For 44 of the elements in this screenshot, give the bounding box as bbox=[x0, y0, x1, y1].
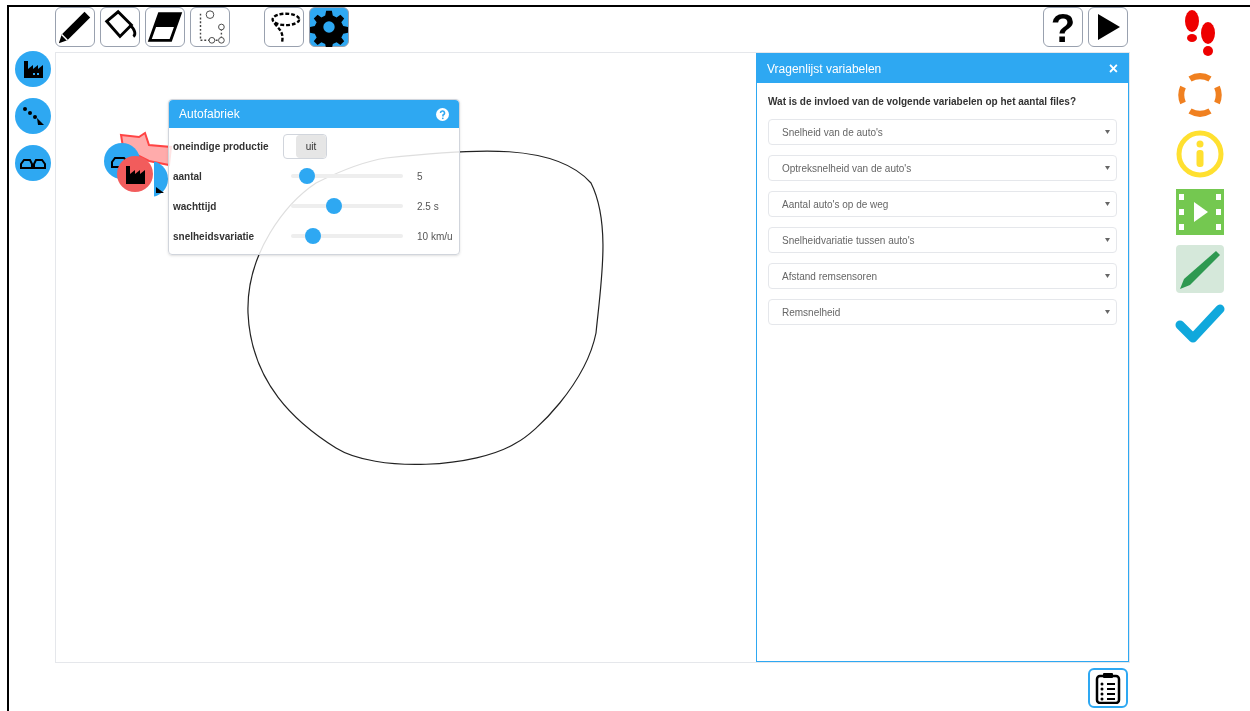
slider-value: 5 bbox=[417, 169, 423, 184]
dropdown[interactable]: Aantal auto's op de weg bbox=[768, 191, 1117, 217]
caret-icon bbox=[1105, 310, 1110, 314]
question-text: Wat is de invloed van de volgende variabelen op het aantal files? bbox=[768, 95, 1078, 109]
slider-value: 10 km/u bbox=[417, 229, 453, 244]
dropdown[interactable]: Snelheidvariatie tussen auto's bbox=[768, 227, 1117, 253]
caret-icon bbox=[1105, 238, 1110, 242]
pencil-icon[interactable] bbox=[1176, 245, 1224, 293]
pencil-tool[interactable] bbox=[55, 7, 95, 47]
paint-bucket-tool[interactable] bbox=[100, 7, 140, 47]
slider[interactable] bbox=[291, 168, 403, 184]
property-label: snelheidsvariatie bbox=[173, 229, 256, 244]
property-label: oneindige productie bbox=[173, 139, 270, 154]
caret-icon bbox=[1105, 202, 1110, 206]
slider-thumb[interactable] bbox=[305, 228, 322, 244]
lasso-tool[interactable] bbox=[264, 7, 304, 47]
caret-icon bbox=[1105, 274, 1110, 278]
panel-title: Autofabriek bbox=[179, 106, 240, 123]
toggle-switch[interactable]: uit bbox=[283, 133, 327, 159]
slider[interactable] bbox=[291, 228, 403, 244]
node-select-tool[interactable] bbox=[190, 7, 230, 47]
slider-value: 2.5 s bbox=[417, 199, 439, 214]
dropdown[interactable]: Optreksnelheid van de auto's bbox=[768, 155, 1117, 181]
play-button[interactable] bbox=[1088, 7, 1128, 47]
property-label: aantal bbox=[173, 169, 203, 184]
panel-title: Vragenlijst variabelen bbox=[767, 60, 882, 78]
checkmark-icon[interactable] bbox=[1175, 303, 1225, 345]
cars-icon[interactable] bbox=[15, 145, 51, 181]
caret-icon bbox=[1105, 166, 1110, 170]
clipboard-button[interactable] bbox=[1088, 668, 1128, 708]
help-button[interactable]: ? bbox=[1043, 7, 1083, 47]
slider-thumb[interactable] bbox=[298, 168, 315, 184]
dropdown[interactable]: Snelheid van de auto's bbox=[768, 119, 1117, 145]
caret-icon bbox=[1105, 130, 1110, 134]
dropdown[interactable]: Remsnelheid bbox=[768, 299, 1117, 325]
settings-tool[interactable] bbox=[309, 7, 349, 47]
eraser-tool[interactable] bbox=[145, 7, 185, 47]
factory-node[interactable] bbox=[117, 156, 153, 192]
dropdown[interactable]: Afstand remsensoren bbox=[768, 263, 1117, 289]
slider[interactable] bbox=[291, 198, 403, 214]
help-icon[interactable] bbox=[436, 107, 449, 121]
factory-node-icon[interactable] bbox=[15, 51, 51, 87]
slider-thumb[interactable] bbox=[325, 198, 342, 214]
property-label: wachttijd bbox=[173, 199, 218, 214]
